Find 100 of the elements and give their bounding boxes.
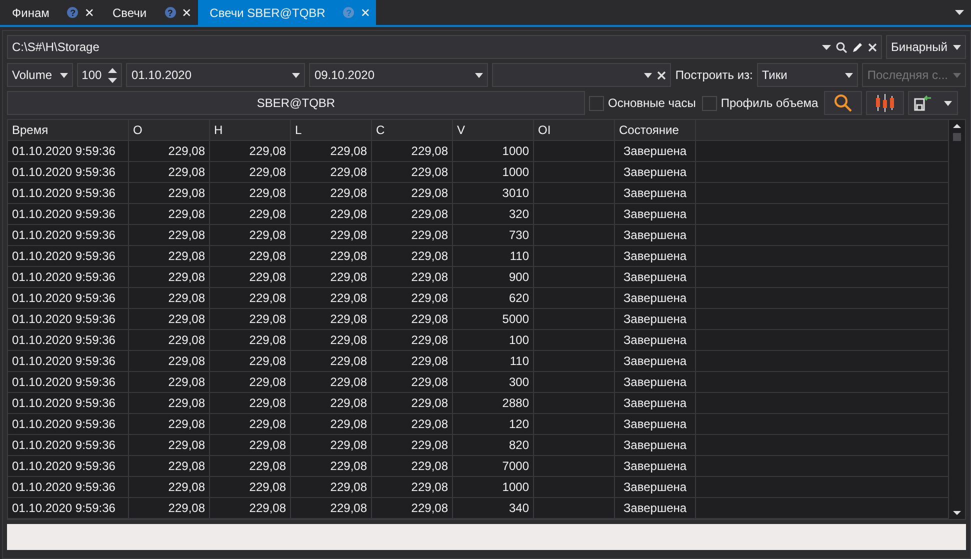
checkbox-label[interactable]: Основные часы (608, 96, 696, 110)
size-spinner[interactable]: 100 (76, 63, 122, 87)
spinner-arrows-icon[interactable] (108, 68, 118, 82)
table-cell: 229,08 (210, 288, 290, 308)
table-cell: 229,08 (290, 498, 372, 518)
table-cell: 229,08 (210, 330, 290, 350)
table-cell: 229,08 (372, 330, 452, 350)
table-cell: 229,08 (128, 308, 210, 330)
close-icon[interactable] (657, 70, 666, 80)
close-icon[interactable]: ✕ (84, 6, 94, 20)
table-cell: 229,08 (290, 204, 372, 224)
table-cell: 229,08 (210, 476, 290, 498)
checkbox[interactable] (589, 96, 604, 110)
candles-button[interactable] (866, 91, 904, 115)
search-icon[interactable] (836, 42, 847, 52)
table-cell: 229,08 (210, 392, 290, 414)
checkbox[interactable] (702, 96, 717, 110)
table-cell: 300 (452, 372, 534, 392)
table-cell: 229,08 (128, 350, 210, 372)
table-cell: Завершена (614, 330, 696, 350)
search-icon (834, 94, 852, 112)
pencil-icon[interactable] (852, 42, 863, 52)
date-picker[interactable]: 01.10.2020 (126, 63, 306, 87)
table-cell: 01.10.2020 9:59:36 (8, 372, 128, 392)
table-cell: Завершена (614, 182, 696, 204)
table-cell: 110 (452, 350, 534, 372)
table-cell: 01.10.2020 9:59:36 (8, 204, 128, 224)
table-cell: Завершена (614, 372, 696, 392)
table-cell: 229,08 (210, 498, 290, 518)
path-field[interactable]: C:\S#\H\Storage (7, 35, 882, 59)
column-header[interactable]: V (452, 120, 534, 140)
table-cell: 229,08 (372, 162, 452, 182)
table-cell: Завершена (614, 308, 696, 330)
table-cell: 01.10.2020 9:59:36 (8, 350, 128, 372)
table-cell: 01.10.2020 9:59:36 (8, 456, 128, 476)
column-header[interactable]: H (210, 120, 290, 140)
table-cell: 01.10.2020 9:59:36 (8, 392, 128, 414)
table-cell: 229,08 (290, 182, 372, 204)
close-icon[interactable]: ✕ (182, 6, 192, 20)
table-cell: 620 (452, 288, 534, 308)
table-cell: 229,08 (210, 182, 290, 204)
table-cell: 229,08 (210, 140, 290, 162)
export-button[interactable] (908, 91, 958, 115)
table-cell: 229,08 (372, 456, 452, 476)
security-field[interactable]: SBER@TQBR (7, 91, 585, 115)
checkbox-label[interactable]: Профиль объема (720, 96, 818, 110)
table-cell: 7000 (452, 456, 534, 476)
table-cell: 100 (452, 330, 534, 350)
table-cell: 2880 (452, 392, 534, 414)
table-cell: 229,08 (128, 330, 210, 350)
table-cell: 01.10.2020 9:59:36 (8, 288, 128, 308)
table-cell: 229,08 (290, 372, 372, 392)
table-cell: 229,08 (290, 266, 372, 288)
table-cell: 229,08 (290, 350, 372, 372)
table-cell: 229,08 (128, 288, 210, 308)
column-header[interactable]: L (290, 120, 372, 140)
close-icon[interactable] (868, 42, 877, 52)
table-cell: 229,08 (290, 434, 372, 456)
type-dropdown[interactable]: Volume (7, 63, 73, 87)
build-from-dropdown[interactable]: Тики (756, 63, 858, 87)
column-header[interactable]: OI (534, 120, 614, 140)
table-cell: 229,08 (128, 434, 210, 456)
table-cell: 110 (452, 246, 534, 266)
table-cell: 229,08 (210, 372, 290, 392)
table-cell: 229,08 (128, 266, 210, 288)
table-cell: 229,08 (210, 204, 290, 224)
candlestick-icon (875, 94, 896, 112)
table-cell: 229,08 (372, 350, 452, 372)
dropdown-arrow-icon[interactable] (822, 44, 831, 50)
column-header[interactable]: C (372, 120, 452, 140)
table-cell: Завершена (614, 224, 696, 246)
table-cell: 01.10.2020 9:59:36 (8, 224, 128, 246)
table-cell: Завершена (614, 434, 696, 456)
table-cell: 01.10.2020 9:59:36 (8, 266, 128, 288)
tab[interactable]: Свечи ? ✕ (100, 0, 198, 25)
column-header[interactable]: O (128, 120, 210, 140)
combo-field[interactable] (492, 63, 672, 87)
column-header[interactable]: Время (8, 120, 128, 140)
table-cell: 229,08 (290, 456, 372, 476)
table-cell: Завершена (614, 392, 696, 414)
table-cell: Завершена (614, 266, 696, 288)
dropdown-arrow-icon[interactable] (955, 10, 964, 15)
close-icon[interactable]: ✕ (360, 6, 370, 20)
column-header[interactable]: Состояние (614, 120, 696, 140)
date-picker[interactable]: 09.10.2020 (309, 63, 488, 87)
table-cell: 340 (452, 498, 534, 518)
table-cell: 229,08 (210, 308, 290, 330)
table-cell: 229,08 (290, 246, 372, 266)
table-cell: 3010 (452, 182, 534, 204)
format-dropdown[interactable]: Бинарный (886, 35, 966, 59)
tab[interactable]: Финам ? ✕ (0, 0, 100, 25)
table-cell: 01.10.2020 9:59:36 (8, 498, 128, 518)
table-cell: 820 (452, 434, 534, 456)
table-cell: 01.10.2020 9:59:36 (8, 308, 128, 330)
search-button[interactable] (824, 91, 862, 115)
table-cell: Завершена (614, 140, 696, 162)
table-cell: 229,08 (128, 140, 210, 162)
table-cell: 229,08 (128, 476, 210, 498)
tab[interactable]: Свечи SBER@TQBR ? ✕ (198, 0, 376, 25)
table-cell: 01.10.2020 9:59:36 (8, 182, 128, 204)
